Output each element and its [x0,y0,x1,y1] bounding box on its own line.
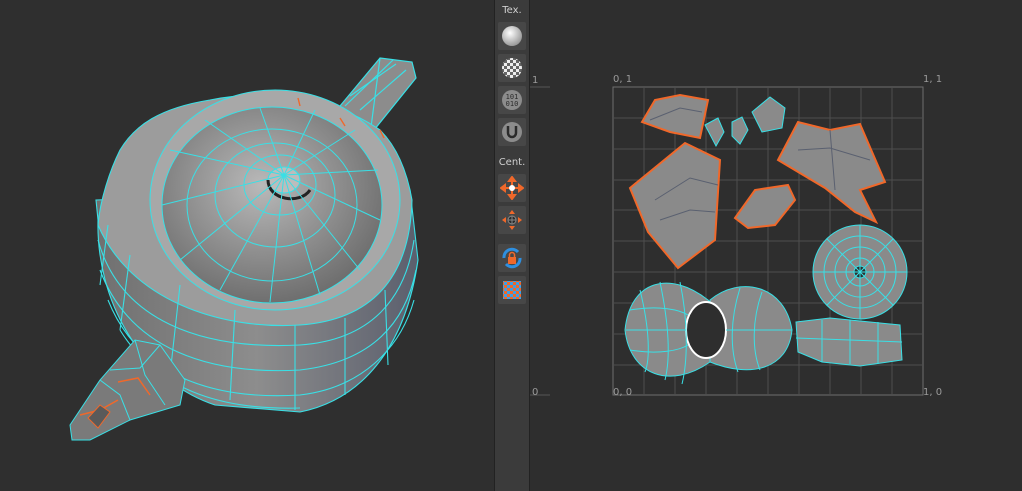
magnet-icon [502,122,522,142]
uv-ruler-top: 1 [532,75,539,86]
3d-viewport[interactable] [0,0,494,491]
uv-corner-top-right: 1, 1 [923,74,943,85]
shaded-sphere-button[interactable] [498,22,526,50]
center-section-label: Cent. [498,157,526,168]
rotate-lock-icon [502,247,522,269]
binary-digits-icon: 101 010 [502,90,522,110]
teapot-lid [149,89,401,311]
uv-corner-bottom-right: 1, 0 [923,387,943,398]
magnet-button[interactable] [498,118,526,146]
binary-digits-button[interactable]: 101 010 [498,86,526,114]
uv-shell-lid [812,224,908,320]
uv-corner-top-left: 0, 1 [613,74,633,85]
center-move-button[interactable] [498,174,526,202]
checker-pattern-icon [502,58,522,78]
uv-grid [530,86,924,396]
shaded-sphere-icon [502,26,522,46]
tool-strip: Tex. 101 010 Cent. [494,0,530,491]
checker-pattern-button[interactable] [498,54,526,82]
uv-ruler-bottom: 0 [532,387,539,398]
center-move-icon [500,176,524,200]
rotate-lock-button[interactable] [498,244,526,272]
teapot-mesh [69,57,419,441]
uv-editor-viewport[interactable]: 0, 1 1, 1 0, 0 1, 0 1 0 [530,0,1022,491]
checker-tile-button[interactable] [498,276,526,304]
center-scatter-button[interactable] [498,206,526,234]
svg-text:010: 010 [506,100,519,108]
center-scatter-icon [502,210,522,230]
teapot-spout [69,339,186,441]
checker-tile-icon [503,281,521,299]
texture-section-label: Tex. [502,5,522,16]
uv-corner-bottom-left: 0, 0 [613,387,633,398]
